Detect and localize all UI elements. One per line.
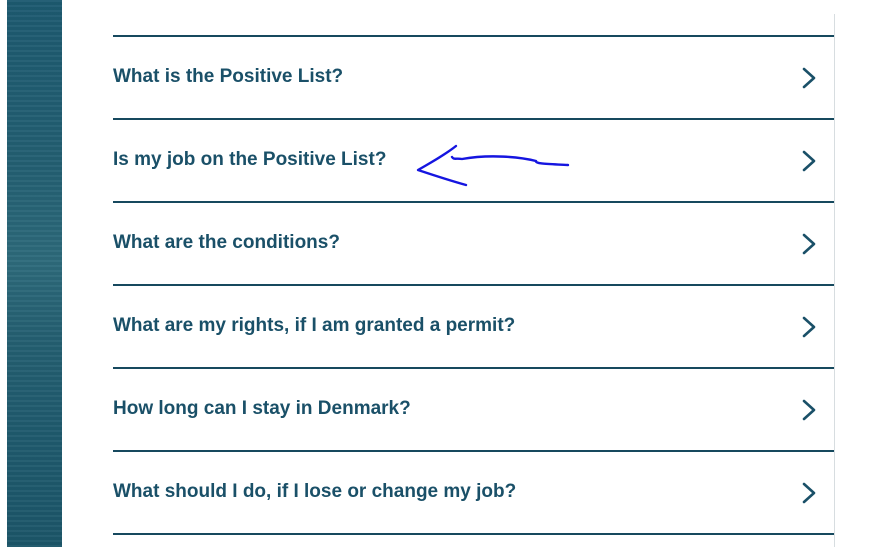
faq-accordion: What is the Positive List? Is my job on …	[113, 35, 834, 535]
faq-item-what-is-positive-list[interactable]: What is the Positive List?	[113, 37, 834, 120]
faq-question[interactable]: What are the conditions?	[113, 232, 340, 254]
faq-question[interactable]: What are my rights, if I am granted a pe…	[113, 315, 515, 337]
content-right-border	[834, 14, 835, 547]
faq-item-my-rights[interactable]: What are my rights, if I am granted a pe…	[113, 286, 834, 369]
chevron-right-icon[interactable]	[802, 399, 816, 421]
faq-question[interactable]: How long can I stay in Denmark?	[113, 398, 411, 420]
faq-item-how-long-stay[interactable]: How long can I stay in Denmark?	[113, 369, 834, 452]
page: What is the Positive List? Is my job on …	[0, 0, 888, 547]
faq-question[interactable]: What is the Positive List?	[113, 66, 343, 88]
decorative-side-image	[7, 0, 62, 547]
chevron-right-icon[interactable]	[802, 233, 816, 255]
chevron-right-icon[interactable]	[802, 67, 816, 89]
faq-item-conditions[interactable]: What are the conditions?	[113, 203, 834, 286]
chevron-right-icon[interactable]	[802, 482, 816, 504]
faq-question[interactable]: Is my job on the Positive List?	[113, 149, 386, 171]
chevron-right-icon[interactable]	[802, 316, 816, 338]
faq-item-is-my-job-on-positive-list[interactable]: Is my job on the Positive List?	[113, 120, 834, 203]
faq-item-lose-or-change-job[interactable]: What should I do, if I lose or change my…	[113, 452, 834, 535]
faq-question[interactable]: What should I do, if I lose or change my…	[113, 481, 516, 503]
chevron-right-icon[interactable]	[802, 150, 816, 172]
